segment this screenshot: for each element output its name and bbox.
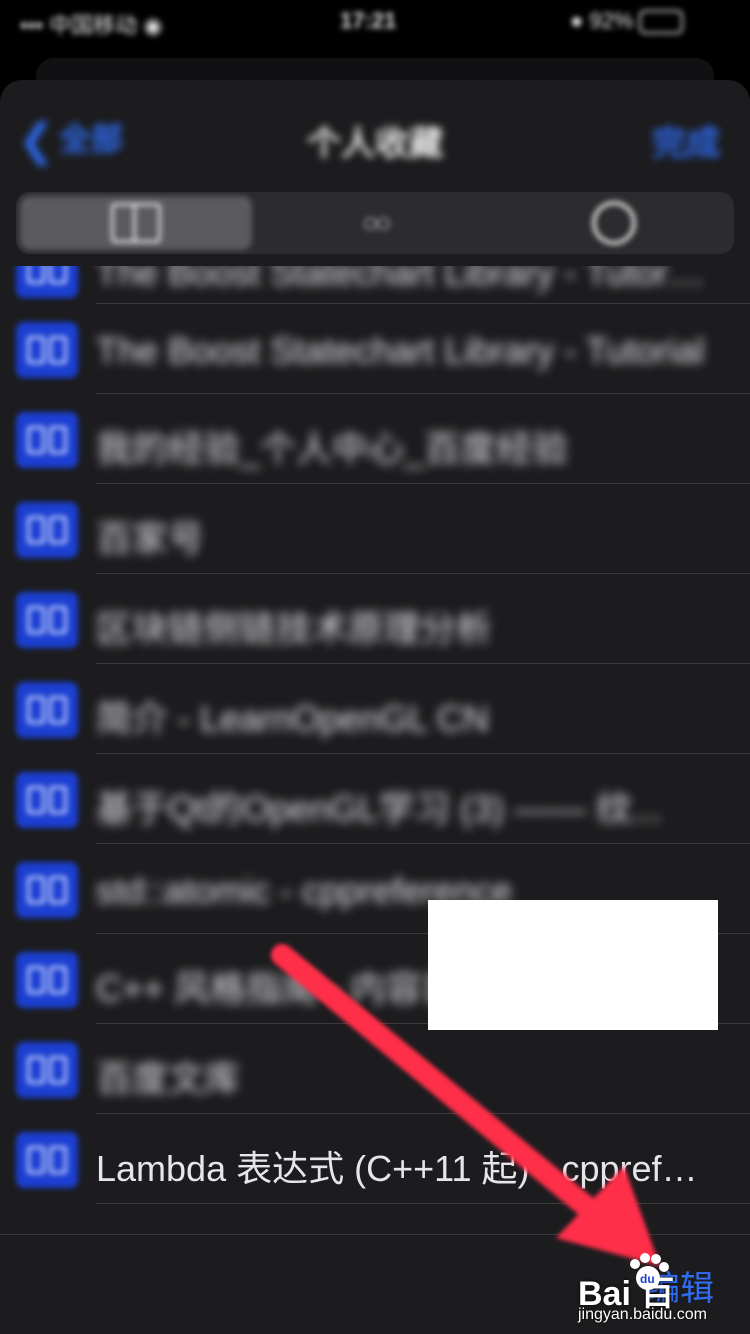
- page-title: 个人收藏: [307, 125, 443, 163]
- bookmark-title: 基于Qt的OpenGL学习 (3) —— 纹...: [96, 788, 663, 829]
- paw-icon: du: [630, 1253, 669, 1290]
- carrier-label: ••• 中国移动 ◉: [20, 13, 163, 38]
- baidu-watermark: Bai 百 du jingyan.baidu.com: [578, 1246, 748, 1332]
- status-bar: ••• 中国移动 ◉ 17:21 ● 92%: [0, 0, 750, 44]
- list-item[interactable]: 我的经验_个人中心_百度经验: [0, 394, 750, 484]
- tab-reading-list[interactable]: ○○: [259, 196, 491, 250]
- battery-indicator: ● 92%: [570, 8, 684, 35]
- list-item[interactable]: The Boost Statechart Library - Tutorial: [0, 304, 750, 394]
- list-item[interactable]: 百度文库: [0, 1024, 750, 1114]
- bookmark-book-icon: [16, 772, 78, 828]
- screen: ••• 中国移动 ◉ 17:21 ● 92% ❮ 全部 个人收藏 完成 ○○ Th…: [0, 0, 750, 1334]
- bookmark-book-icon: [16, 862, 78, 918]
- bookmark-book-icon: [16, 952, 78, 1008]
- list-item[interactable]: 简介 - LearnOpenGL CN: [0, 664, 750, 754]
- bookmark-list: The Boost Statechart Library - Tutoria..…: [0, 266, 750, 1234]
- paw-text: du: [640, 1272, 655, 1286]
- bookmark-book-icon: [16, 592, 78, 648]
- row-divider: [96, 1203, 750, 1204]
- bookmark-book-icon: [16, 682, 78, 738]
- bookmark-title: 百度文库: [96, 1058, 241, 1099]
- bookmark-book-icon: [16, 1042, 78, 1098]
- history-icon: [592, 201, 636, 245]
- list-item[interactable]: 基于Qt的OpenGL学习 (3) —— 纹...: [0, 754, 750, 844]
- reading-list-icon: ○○: [362, 207, 392, 238]
- bookmark-book-icon: [16, 1132, 78, 1188]
- bookmark-title: Lambda 表达式 (C++11 起) - cppreference...: [96, 1148, 710, 1189]
- bookmark-book-icon: [16, 266, 78, 298]
- redaction-box: [428, 900, 718, 1030]
- bookmark-book-icon: [16, 412, 78, 468]
- status-time: 17:21: [340, 8, 397, 33]
- bookmark-title: 百家号: [96, 518, 205, 559]
- battery-label: ● 92%: [570, 8, 634, 33]
- bookmark-title: The Boost Statechart Library - Tutoria..…: [96, 266, 710, 293]
- bookmark-title: 我的经验_个人中心_百度经验: [96, 428, 569, 469]
- list-item[interactable]: 区块链侧链技术原理分析: [0, 574, 750, 664]
- battery-icon: [639, 10, 684, 35]
- bookmark-title: The Boost Statechart Library - Tutorial: [96, 330, 705, 371]
- bookmark-book-icon: [16, 502, 78, 558]
- tab-history[interactable]: [498, 196, 730, 250]
- bookmarks-icon: [111, 203, 161, 243]
- watermark-url: jingyan.baidu.com: [578, 1306, 707, 1323]
- list-item[interactable]: Lambda 表达式 (C++11 起) - cppreference...: [0, 1114, 750, 1204]
- bookmark-book-icon: [16, 322, 78, 378]
- done-button[interactable]: 完成: [652, 116, 720, 165]
- bookmark-title: 简介 - LearnOpenGL CN: [96, 698, 489, 739]
- segmented-control: ○○: [16, 192, 734, 254]
- navigation-bar: ❮ 全部 个人收藏 完成: [0, 80, 750, 190]
- list-item[interactable]: 百家号: [0, 484, 750, 574]
- list-item[interactable]: The Boost Statechart Library - Tutoria..…: [0, 266, 750, 304]
- tab-bookmarks[interactable]: [20, 196, 252, 250]
- bookmark-title: 区块链侧链技术原理分析: [96, 608, 493, 649]
- bookmarks-sheet: ❮ 全部 个人收藏 完成 ○○ The Boost Statechart Libr…: [0, 80, 750, 1334]
